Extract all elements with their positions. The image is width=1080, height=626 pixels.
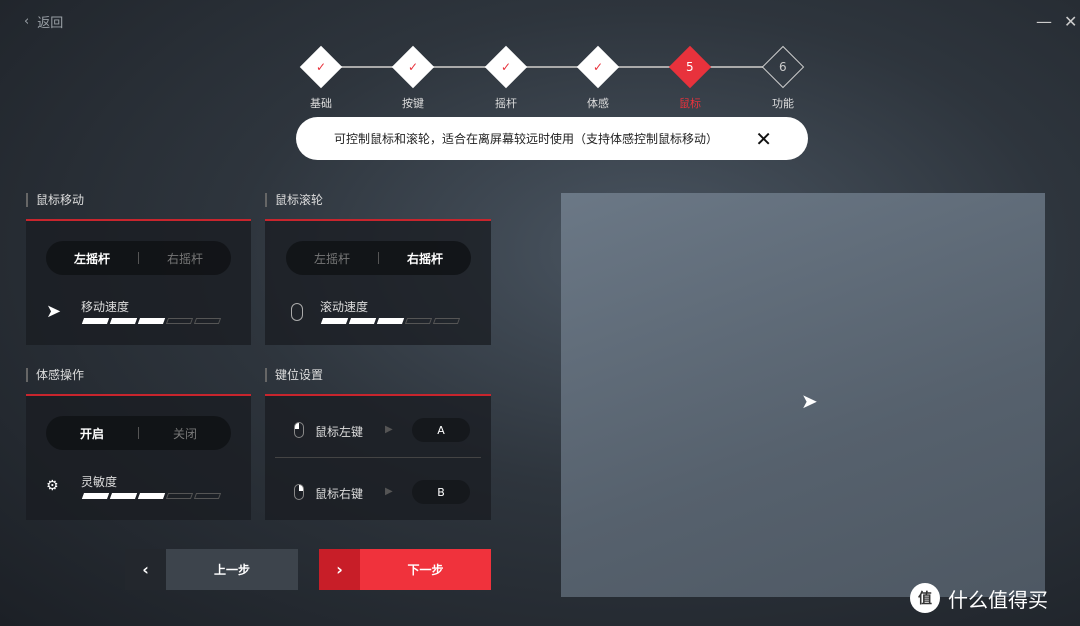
close-window-button[interactable]: ✕ (1064, 12, 1077, 31)
stick-toggle[interactable]: 左摇杆 右摇杆 (286, 241, 471, 275)
chevron-right-icon: › (319, 549, 360, 590)
option-right-stick[interactable]: 右摇杆 (379, 250, 471, 267)
step-connector (710, 66, 763, 68)
level-segment[interactable] (404, 318, 433, 324)
section-motion: 体感操作 (26, 368, 84, 382)
level-segment[interactable] (432, 318, 461, 324)
level-segment[interactable] (109, 493, 138, 499)
step-connector (618, 66, 670, 68)
step-5[interactable]: 5 (668, 45, 712, 89)
mouse-wheel-panel: 左摇杆 右摇杆 滚动速度 (265, 219, 491, 345)
check-icon: ✓ (500, 60, 512, 74)
keymap-panel: 鼠标左键 ▶ A 鼠标右键 ▶ B (265, 394, 491, 520)
level-segment[interactable] (193, 493, 222, 499)
section-keymap: 键位设置 (265, 368, 323, 382)
option-right-stick[interactable]: 右摇杆 (139, 250, 231, 267)
preview-area[interactable]: ➤ (561, 193, 1045, 597)
step-2[interactable]: ✓ (391, 45, 435, 89)
level-segment[interactable] (81, 318, 110, 324)
mouse-left-button-icon (294, 422, 304, 438)
level-segment[interactable] (165, 493, 194, 499)
watermark-logo: 值 什么值得买 (910, 583, 1048, 613)
step-number: 5 (686, 59, 694, 74)
check-icon: ✓ (315, 60, 327, 74)
chevron-left-icon: ‹ (125, 549, 166, 590)
level-segment[interactable] (320, 318, 349, 324)
step-label: 基础 (310, 97, 332, 110)
section-mouse-wheel: 鼠标滚轮 (265, 193, 323, 207)
step-6[interactable]: 6 (761, 45, 805, 89)
mouse-wheel-icon (291, 303, 303, 321)
hint-banner: 可控制鼠标和滚轮，适合在离屏幕较远时使用（支持体感控制鼠标移动） ✕ (296, 117, 808, 160)
cursor-speed-icon: ➤ (46, 301, 62, 322)
step-connector (341, 66, 393, 68)
back-button[interactable]: ‹ 返回 (24, 12, 63, 31)
sensitivity-slider[interactable] (81, 493, 222, 499)
check-icon: ✓ (592, 60, 604, 74)
step-4[interactable]: ✓ (576, 45, 620, 89)
chevron-left-icon: ‹ (24, 14, 30, 29)
level-segment[interactable] (348, 318, 377, 324)
step-connector (433, 66, 486, 68)
level-segment[interactable] (137, 318, 166, 324)
move-speed-slider[interactable] (81, 318, 222, 324)
step-label: 体感 (587, 97, 609, 110)
step-label: 功能 (772, 97, 794, 110)
hint-text: 可控制鼠标和滚轮，适合在离屏幕较远时使用（支持体感控制鼠标移动） (334, 132, 719, 146)
key-binding-left[interactable]: A (412, 418, 470, 442)
level-segment[interactable] (193, 318, 222, 324)
step-1[interactable]: ✓ (299, 45, 343, 89)
option-on[interactable]: 开启 (46, 425, 138, 442)
level-segment[interactable] (109, 318, 138, 324)
step-label: 按键 (402, 97, 424, 110)
check-icon: ✓ (407, 60, 419, 74)
stick-toggle[interactable]: 左摇杆 右摇杆 (46, 241, 231, 275)
option-left-stick[interactable]: 左摇杆 (46, 250, 138, 267)
sliders-icon: ⚙ (46, 478, 59, 494)
level-segment[interactable] (81, 493, 110, 499)
step-number: 6 (779, 59, 787, 74)
prev-button[interactable]: ‹ 上一步 (125, 549, 298, 590)
close-icon[interactable]: ✕ (755, 127, 772, 151)
step-connector (526, 66, 578, 68)
level-segment[interactable] (165, 318, 194, 324)
step-3[interactable]: ✓ (484, 45, 528, 89)
scroll-speed-slider[interactable] (320, 318, 461, 324)
step-label: 鼠标 (679, 97, 701, 110)
arrow-right-icon: ▶ (385, 424, 393, 435)
section-mouse-move: 鼠标移动 (26, 193, 84, 207)
step-label: 摇杆 (495, 97, 517, 110)
option-off[interactable]: 关闭 (139, 425, 231, 442)
option-left-stick[interactable]: 左摇杆 (286, 250, 378, 267)
divider (275, 457, 481, 458)
level-segment[interactable] (376, 318, 405, 324)
key-binding-right[interactable]: B (412, 480, 470, 504)
next-button[interactable]: › 下一步 (319, 549, 491, 590)
motion-toggle[interactable]: 开启 关闭 (46, 416, 231, 450)
level-segment[interactable] (137, 493, 166, 499)
cursor-icon: ➤ (801, 389, 818, 413)
mouse-right-button-icon (294, 484, 304, 500)
arrow-right-icon: ▶ (385, 486, 393, 497)
minimize-button[interactable]: — (1036, 12, 1052, 31)
motion-panel: 开启 关闭 ⚙ 灵敏度 (26, 394, 251, 520)
mouse-move-panel: 左摇杆 右摇杆 ➤ 移动速度 (26, 219, 251, 345)
